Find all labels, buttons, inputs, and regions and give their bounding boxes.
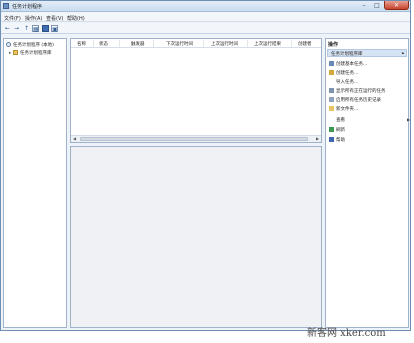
close-button[interactable]: ✕ (384, 1, 409, 10)
scrollbar-thumb[interactable] (80, 137, 308, 141)
collapse-up-icon[interactable]: ▴ (402, 51, 404, 56)
scroll-left-icon[interactable]: ◀ (71, 136, 78, 142)
back-icon[interactable]: ← (4, 25, 11, 32)
action-label: 刷新 (336, 128, 345, 133)
window-title: 任务计划程序 (12, 4, 43, 10)
menu-file[interactable]: 文件(F) (4, 15, 21, 22)
menu-view[interactable]: 查看(V) (46, 15, 63, 22)
actions-group-header[interactable]: 任务计划程序库 ▴ (327, 49, 407, 57)
action-label: 显示所有正在运行的任务 (336, 89, 386, 94)
column-divider[interactable] (291, 40, 292, 47)
column-header-author[interactable]: 创建者 (298, 41, 312, 47)
action-new-folder[interactable]: 新文件夹... (329, 106, 358, 113)
task-list-pane: 名称 状态 触发器 下次运行时间 上次运行时间 上次运行结果 创建者 ◀ ▶ (70, 38, 322, 143)
action-label: 启用所有任务历史记录 (336, 98, 381, 103)
help-icon[interactable] (42, 25, 49, 32)
blank-icon (329, 117, 334, 122)
column-header-next-run[interactable]: 下次运行时间 (166, 41, 193, 47)
tree-item-library[interactable]: ▸ 任务计划程序库 (9, 50, 52, 56)
action-import-task[interactable]: 导入任务... (329, 79, 358, 86)
wizard-icon (329, 61, 334, 66)
up-folder-icon[interactable]: ↑ (23, 25, 30, 32)
title-bar[interactable]: 任务计划程序 – □ ✕ (1, 1, 410, 12)
minimize-button[interactable]: – (358, 1, 370, 10)
column-divider[interactable] (153, 40, 154, 47)
submenu-arrow-icon: ▶ (407, 117, 411, 122)
task-scheduler-window: 任务计划程序 – □ ✕ 文件(F) 操作(A) 查看(V) 帮助(H) ← →… (0, 0, 411, 331)
action-enable-history[interactable]: 启用所有任务历史记录 (329, 97, 381, 104)
show-tree-icon[interactable]: ▦ (32, 25, 39, 33)
navigation-tree: 任务计划程序 (本地) ▸ 任务计划程序库 (3, 38, 67, 328)
menu-help[interactable]: 帮助(H) (67, 15, 85, 22)
actions-pane: 操作 任务计划程序库 ▴ 创建基本任务... 创建任务... 导入任务... 显… (325, 38, 410, 328)
help-icon (329, 137, 334, 142)
scroll-right-icon[interactable]: ▶ (314, 136, 321, 142)
action-label: 创建任务... (336, 71, 359, 76)
tree-root-label: 任务计划程序 (本地) (13, 43, 54, 48)
column-header-last-run[interactable]: 上次运行时间 (211, 41, 238, 47)
show-pane-icon[interactable]: ▣ (51, 25, 58, 33)
action-view[interactable]: 查看 ▶ (329, 117, 410, 124)
maximize-button[interactable]: □ (371, 1, 383, 10)
column-divider[interactable] (93, 40, 94, 47)
actions-heading: 操作 (328, 42, 339, 48)
action-label: 帮助 (336, 138, 345, 143)
column-header-status[interactable]: 状态 (99, 41, 108, 47)
action-refresh[interactable]: 刷新 (329, 127, 345, 134)
watermark-text: 新客网 xker.com (307, 328, 386, 339)
action-label: 新文件夹... (336, 107, 359, 112)
column-headers: 名称 状态 触发器 下次运行时间 上次运行时间 上次运行结果 创建者 (71, 39, 321, 48)
menu-bar: 文件(F) 操作(A) 查看(V) 帮助(H) (1, 13, 410, 22)
clock-icon (6, 42, 11, 47)
menu-action[interactable]: 操作(A) (25, 15, 42, 22)
forward-icon[interactable]: → (13, 25, 20, 32)
column-header-last-result[interactable]: 上次运行结果 (254, 41, 281, 47)
blank-icon (329, 79, 334, 84)
column-divider[interactable] (203, 40, 204, 47)
actions-group-label: 任务计划程序库 (331, 52, 363, 57)
task-detail-pane (70, 146, 322, 328)
history-icon (329, 97, 334, 102)
toolbar: ← → ↑ ▦ ▣ (1, 23, 410, 34)
folder-icon (329, 106, 334, 111)
action-create-basic-task[interactable]: 创建基本任务... (329, 61, 367, 68)
running-tasks-icon (329, 88, 334, 93)
new-task-icon (329, 70, 334, 75)
folder-icon (13, 50, 18, 55)
action-label: 导入任务... (336, 80, 359, 85)
action-help[interactable]: 帮助 (329, 137, 345, 144)
column-divider[interactable] (119, 40, 120, 47)
column-header-trigger[interactable]: 触发器 (131, 41, 145, 47)
action-label: 创建基本任务... (336, 62, 368, 67)
action-label: 查看 (336, 118, 345, 123)
action-create-task[interactable]: 创建任务... (329, 70, 358, 77)
tree-library-label: 任务计划程序库 (20, 51, 52, 56)
refresh-icon (329, 127, 334, 132)
action-show-running-tasks[interactable]: 显示所有正在运行的任务 (329, 88, 386, 95)
task-scheduler-app-icon (3, 3, 9, 9)
column-divider[interactable] (247, 40, 248, 47)
tree-item-root[interactable]: 任务计划程序 (本地) (6, 42, 54, 48)
column-header-name[interactable]: 名称 (77, 41, 86, 47)
horizontal-scrollbar[interactable]: ◀ ▶ (71, 135, 321, 142)
